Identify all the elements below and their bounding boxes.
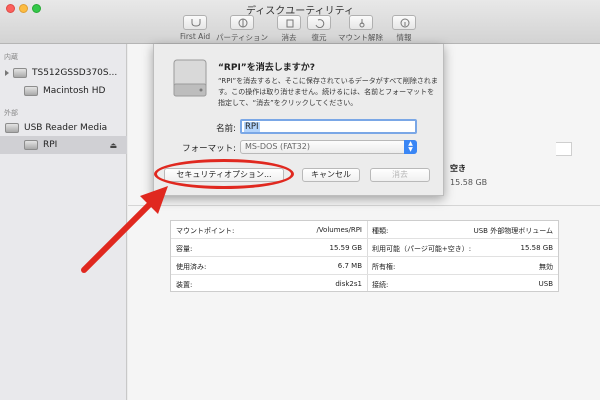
internal-section-header: 内蔵	[4, 53, 18, 61]
available-table-value: 15.58 GB	[520, 244, 554, 252]
dialog-message: “RPI”を消去すると、そこに保存されているデータがすべて削除されます。この操作…	[218, 77, 438, 107]
external-disk-label: USB Reader Media	[24, 123, 108, 133]
erase-toolbar-label: 消去	[281, 33, 297, 42]
type-value: USB 外部物理ボリューム	[473, 227, 553, 235]
external-section-header: 外部	[4, 109, 18, 117]
mount-point-key: マウントポイント:	[176, 227, 235, 235]
table-row: マウントポイント: /Volumes/RPI 種類: USB 外部物理ボリューム	[171, 221, 558, 239]
owners-key: 所有権:	[372, 263, 396, 271]
used-key: 使用済み:	[176, 263, 207, 271]
internal-volume-label: Macintosh HD	[43, 86, 106, 96]
erase-toolbar-button[interactable]: 消去	[277, 15, 301, 43]
format-select-value: MS-DOS (FAT32)	[245, 142, 310, 151]
device-value: disk2s1	[335, 280, 362, 288]
erase-icon	[277, 15, 301, 30]
connection-key: 接続:	[372, 281, 389, 289]
table-row: 装置: disk2s1 接続: USB	[171, 275, 558, 293]
red-arrow-icon	[81, 186, 168, 273]
partition-icon	[230, 15, 255, 30]
volume-icon	[24, 86, 38, 96]
volume-icon	[24, 140, 38, 150]
format-select[interactable]: MS-DOS (FAT32) ▲ ▼	[240, 140, 417, 154]
first-aid-button[interactable]: First Aid	[180, 15, 210, 41]
info-label: 情報	[396, 33, 412, 42]
sidebar-item-macintosh-hd[interactable]: Macintosh HD	[0, 82, 127, 100]
unmount-icon	[348, 15, 373, 30]
name-input[interactable]: RPI	[240, 119, 417, 134]
divider	[128, 205, 600, 206]
stethoscope-icon	[183, 15, 208, 30]
restore-button[interactable]: 復元	[307, 15, 331, 43]
table-row: 使用済み: 6.7 MB 所有権: 無効	[171, 257, 558, 275]
dialog-title: “RPI”を消去しますか?	[218, 63, 315, 73]
restore-label: 復元	[311, 33, 327, 42]
eject-icon[interactable]: ⏏	[109, 141, 117, 150]
sidebar-item-usb-reader[interactable]: USB Reader Media	[0, 119, 127, 137]
partition-button[interactable]: パーティション	[216, 15, 268, 43]
info-table: マウントポイント: /Volumes/RPI 種類: USB 外部物理ボリューム…	[170, 220, 559, 292]
name-label: 名前:	[216, 124, 236, 134]
available-label: 空き	[450, 164, 466, 173]
used-value: 6.7 MB	[337, 262, 362, 270]
sidebar-item-rpi[interactable]: RPI ⏏	[0, 136, 127, 154]
mount-point-value: /Volumes/RPI	[316, 226, 362, 234]
partition-label: パーティション	[216, 33, 269, 42]
external-volume-label: RPI	[43, 140, 58, 150]
name-input-value: RPI	[244, 122, 260, 132]
info-icon	[392, 15, 416, 30]
table-row: 容量: 15.59 GB 利用可能（パージ可能+空き）: 15.58 GB	[171, 239, 558, 257]
chevron-updown-icon: ▲ ▼	[404, 140, 417, 154]
disk-icon	[13, 68, 27, 78]
unmount-label: マウント解除	[338, 33, 383, 42]
available-value: 15.58 GB	[450, 178, 488, 187]
capacity-value: 15.59 GB	[329, 244, 363, 252]
external-drive-icon	[171, 56, 209, 100]
info-button[interactable]: 情報	[392, 15, 416, 43]
usage-bar	[556, 142, 572, 156]
format-label: フォーマット:	[182, 144, 236, 154]
usb-disk-icon	[5, 123, 19, 133]
available-key: 利用可能（パージ可能+空き）:	[372, 245, 472, 253]
toolbar: ディスクユーティリティ First Aid パーティション 消去 復元 マウント…	[0, 0, 600, 44]
connection-value: USB	[538, 280, 553, 288]
first-aid-label: First Aid	[180, 32, 211, 41]
sidebar-item-internal-disk[interactable]: TS512GSSD370S...	[0, 64, 127, 82]
restore-icon	[307, 15, 331, 30]
internal-disk-label: TS512GSSD370S...	[32, 68, 118, 78]
type-key: 種類:	[372, 227, 389, 235]
available-space: 空き 15.58 GB	[450, 163, 487, 187]
erase-button[interactable]: 消去	[370, 168, 430, 182]
cancel-button[interactable]: キャンセル	[302, 168, 360, 182]
unmount-button[interactable]: マウント解除	[338, 15, 383, 43]
disclosure-triangle-icon[interactable]	[5, 70, 9, 76]
owners-value: 無効	[539, 263, 553, 271]
